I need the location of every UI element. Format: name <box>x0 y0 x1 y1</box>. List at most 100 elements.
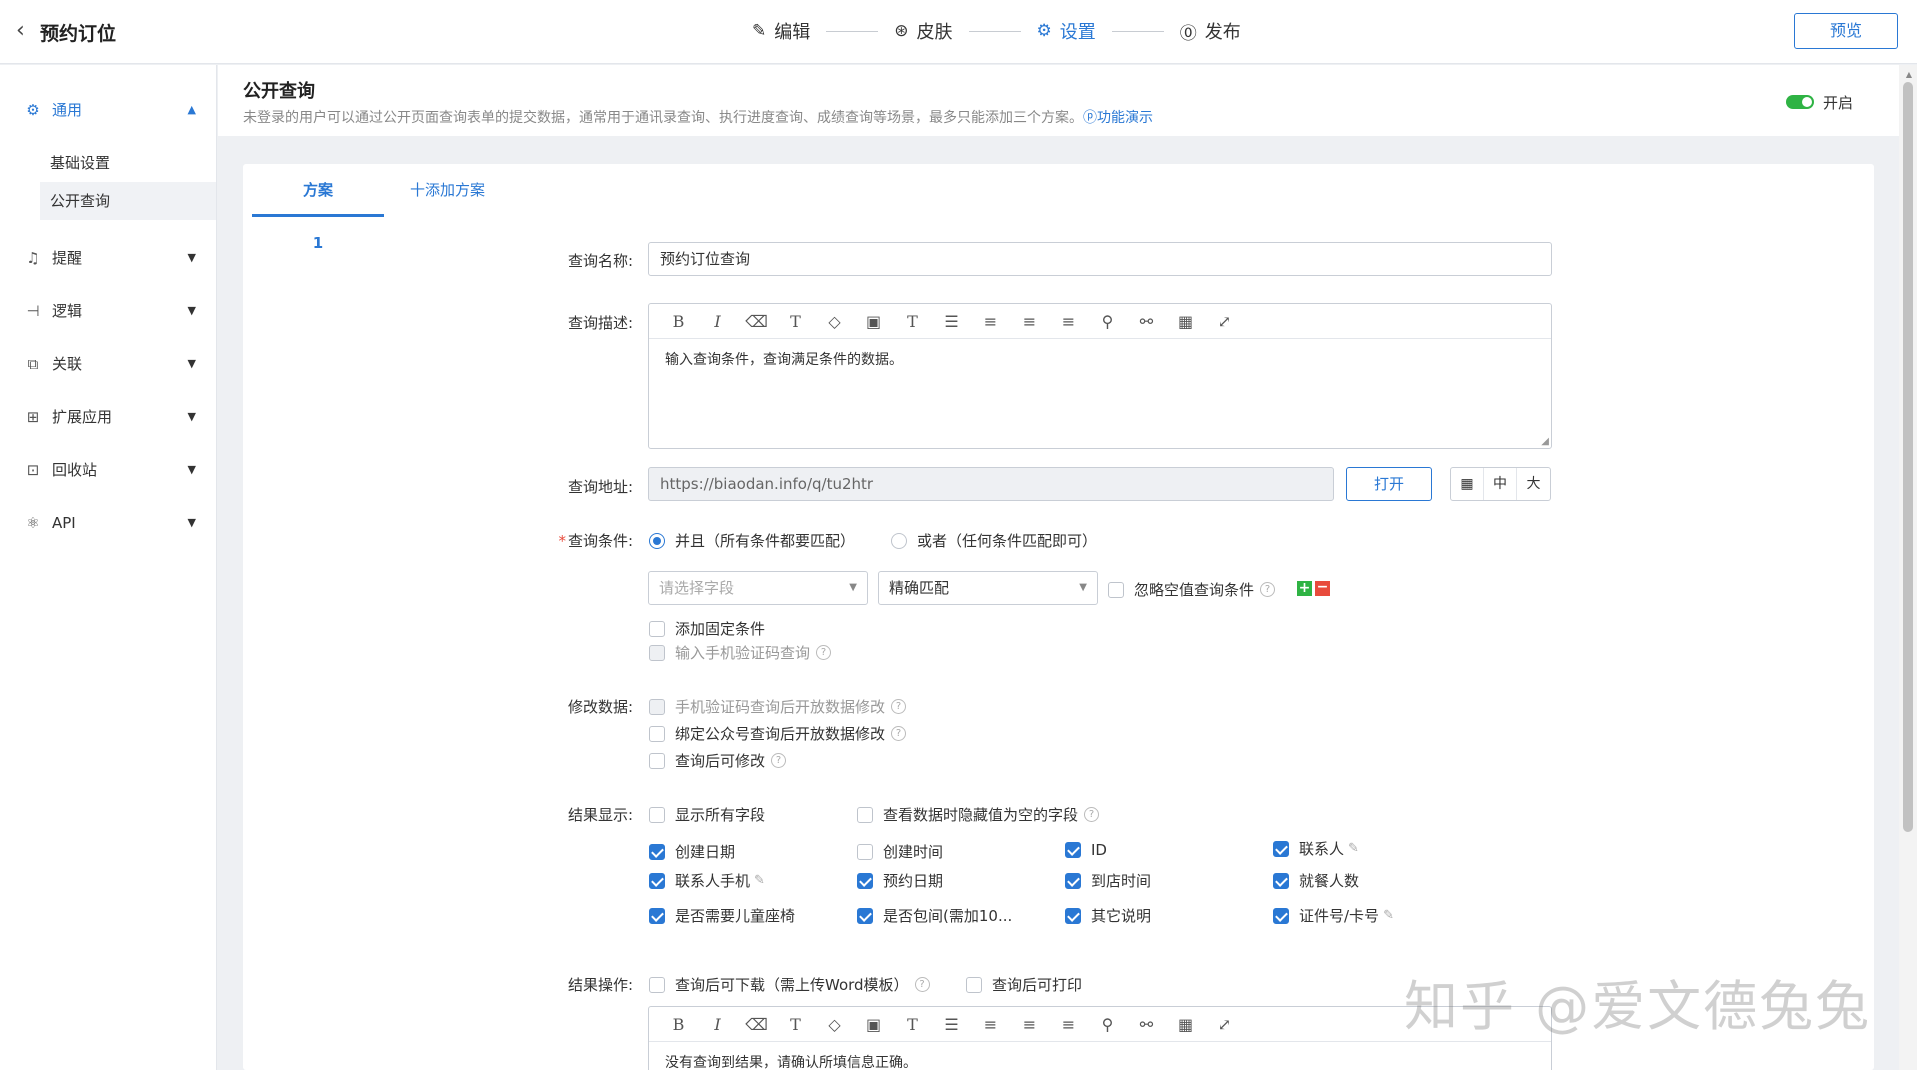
sidebar-group-trash[interactable]: ⊡ 回收站 ▼ <box>0 443 216 496</box>
print-checkbox[interactable]: 查询后可打印 <box>966 974 1082 995</box>
qrcode-icon[interactable]: ▦ <box>1451 468 1484 500</box>
desc-editor[interactable]: B I ⌫ T ◇ ▣ T ☰ ≡ ≡ ≡ ⚲ ⚯ ▦ ⤢ 输入查询条件，查询满… <box>648 303 1552 449</box>
pencil-icon[interactable]: ✎ <box>754 873 765 888</box>
sidebar-group-link[interactable]: ⧉ 关联 ▼ <box>0 337 216 390</box>
remove-condition-icon[interactable]: − <box>1315 580 1330 596</box>
sidebar-group-label: API <box>52 513 76 532</box>
image-icon[interactable]: ▣ <box>854 312 893 331</box>
pencil-icon[interactable]: ✎ <box>1383 908 1394 923</box>
open-url-button[interactable]: 打开 <box>1346 467 1432 501</box>
help-icon[interactable]: ? <box>891 699 907 714</box>
pencil-icon[interactable]: ✎ <box>1348 841 1359 856</box>
bold-icon[interactable]: B <box>659 1015 698 1034</box>
field-checkbox[interactable]: 到店时间 <box>1065 870 1151 891</box>
field-checkbox[interactable]: 是否包间(需加10... <box>857 905 1012 926</box>
help-icon[interactable]: ? <box>1084 807 1100 822</box>
field-checkbox[interactable]: 联系人手机 ✎ <box>649 870 765 891</box>
list-icon[interactable]: ☰ <box>932 1015 971 1034</box>
scroll-up-icon[interactable]: ▲ <box>1906 70 1912 79</box>
sidebar-group-logic[interactable]: ⊣ 逻辑 ▼ <box>0 284 216 337</box>
step-publish[interactable]: ⓪ 发布 <box>1180 18 1241 44</box>
list-icon[interactable]: ☰ <box>932 312 971 331</box>
field-checkbox[interactable]: 预约日期 <box>857 870 943 891</box>
image-icon[interactable]: ▣ <box>854 1015 893 1034</box>
eraser-icon[interactable]: ⌫ <box>737 312 776 331</box>
sidebar-item-basic[interactable]: 基础设置 <box>0 144 216 182</box>
step-skin[interactable]: ⊛ 皮肤 <box>894 18 952 44</box>
align-left-icon[interactable]: ≡ <box>971 312 1010 331</box>
help-icon[interactable]: ? <box>1260 582 1276 597</box>
table-icon[interactable]: ▦ <box>1166 1015 1205 1034</box>
help-icon[interactable]: ? <box>891 726 907 741</box>
hide-empty-checkbox[interactable]: 查看数据时隐藏值为空的字段? <box>857 804 1100 825</box>
align-left-icon[interactable]: ≡ <box>971 1015 1010 1034</box>
field-checkbox[interactable]: 联系人 ✎ <box>1273 838 1359 859</box>
size-medium[interactable]: 中 <box>1484 468 1517 500</box>
help-icon[interactable]: ? <box>771 753 787 768</box>
field-checkbox[interactable]: 创建时间 <box>857 841 943 862</box>
link-icon[interactable]: ⚲ <box>1088 1015 1127 1034</box>
show-all-fields-checkbox[interactable]: 显示所有字段 <box>649 804 765 825</box>
scrollbar-thumb[interactable] <box>1903 82 1913 832</box>
modify-after-query-checkbox[interactable]: 查询后可修改? <box>649 750 787 771</box>
fill-color-icon[interactable]: ◇ <box>815 1015 854 1034</box>
radio-or[interactable]: 或者（任何条件匹配即可） <box>891 530 1097 551</box>
sidebar-group-general[interactable]: ⚙ 通用 ▲ <box>0 83 216 136</box>
text-format-icon[interactable]: T <box>776 1015 815 1034</box>
bold-icon[interactable]: B <box>659 312 698 331</box>
tab-add-scheme[interactable]: 十添加方案 <box>384 164 511 217</box>
preview-button[interactable]: 预览 <box>1794 13 1898 49</box>
fill-color-icon[interactable]: ◇ <box>815 312 854 331</box>
unlink-icon[interactable]: ⚯ <box>1127 312 1166 331</box>
align-center-icon[interactable]: ≡ <box>1010 312 1049 331</box>
modify-sms-checkbox[interactable]: 手机验证码查询后开放数据修改? <box>649 696 907 717</box>
download-checkbox[interactable]: 查询后可下载（需上传Word模板）? <box>649 974 930 995</box>
table-icon[interactable]: ▦ <box>1166 312 1205 331</box>
italic-icon[interactable]: I <box>698 1015 737 1034</box>
link-icon[interactable]: ⚲ <box>1088 312 1127 331</box>
add-fixed-condition-checkbox[interactable]: 添加固定条件 <box>649 618 765 639</box>
modify-wechat-checkbox[interactable]: 绑定公众号查询后开放数据修改? <box>649 723 907 744</box>
query-name-input[interactable]: 预约订位查询 <box>648 242 1552 276</box>
sidebar-group-remind[interactable]: ♫ 提醒 ▼ <box>0 231 216 284</box>
font-size-icon[interactable]: T <box>893 1015 932 1034</box>
match-select[interactable]: 精确匹配 ▼ <box>878 571 1098 605</box>
help-icon[interactable]: ? <box>914 977 930 992</box>
ignore-empty-checkbox[interactable]: 忽略空值查询条件? <box>1108 579 1276 600</box>
sidebar-group-apps[interactable]: ⊞ 扩展应用 ▼ <box>0 390 216 443</box>
eraser-icon[interactable]: ⌫ <box>737 1015 776 1034</box>
step-edit[interactable]: ✎ 编辑 <box>752 18 810 44</box>
size-large[interactable]: 大 <box>1517 468 1550 500</box>
demo-link[interactable]: ⓟ功能演示 <box>1083 110 1153 126</box>
field-select[interactable]: 请选择字段 ▼ <box>648 571 868 605</box>
field-checkbox[interactable]: 创建日期 <box>649 841 735 862</box>
fullscreen-icon[interactable]: ⤢ <box>1205 1015 1244 1034</box>
font-size-icon[interactable]: T <box>893 312 932 331</box>
step-settings[interactable]: ⚙ 设置 <box>1037 18 1096 44</box>
radio-and[interactable]: 并且（所有条件都要匹配） <box>649 530 855 551</box>
enable-toggle[interactable] <box>1786 95 1814 109</box>
add-condition-icon[interactable]: + <box>1297 581 1312 596</box>
sms-query-checkbox[interactable]: 输入手机验证码查询? <box>649 642 832 663</box>
align-right-icon[interactable]: ≡ <box>1049 1015 1088 1034</box>
fullscreen-icon[interactable]: ⤢ <box>1205 312 1244 331</box>
tab-scheme-1[interactable]: 方案1 <box>252 164 384 252</box>
desc-editor-content[interactable]: 输入查询条件，查询满足条件的数据。 <box>649 339 1551 379</box>
query-url-input[interactable]: https://biaodan.info/q/tu2htr <box>648 467 1334 501</box>
field-checkbox[interactable]: 证件号/卡号 ✎ <box>1273 905 1394 926</box>
align-center-icon[interactable]: ≡ <box>1010 1015 1049 1034</box>
align-right-icon[interactable]: ≡ <box>1049 312 1088 331</box>
field-checkbox[interactable]: 其它说明 <box>1065 905 1151 926</box>
sidebar-item-public-query[interactable]: 公开查询 <box>40 182 216 220</box>
resize-grip-icon[interactable]: ◢ <box>1541 436 1549 447</box>
help-icon[interactable]: ? <box>816 645 832 660</box>
field-checkbox[interactable]: 是否需要儿童座椅 <box>649 905 795 926</box>
chevron-left-icon[interactable]: ‹ <box>16 18 25 43</box>
field-checkbox[interactable]: ID <box>1065 841 1107 859</box>
no-result-content[interactable]: 没有查询到结果，请确认所填信息正确。 <box>649 1042 1551 1070</box>
unlink-icon[interactable]: ⚯ <box>1127 1015 1166 1034</box>
sidebar-group-api[interactable]: ⚛ API ▼ <box>0 496 216 549</box>
field-checkbox[interactable]: 就餐人数 <box>1273 870 1359 891</box>
text-format-icon[interactable]: T <box>776 312 815 331</box>
italic-icon[interactable]: I <box>698 312 737 331</box>
